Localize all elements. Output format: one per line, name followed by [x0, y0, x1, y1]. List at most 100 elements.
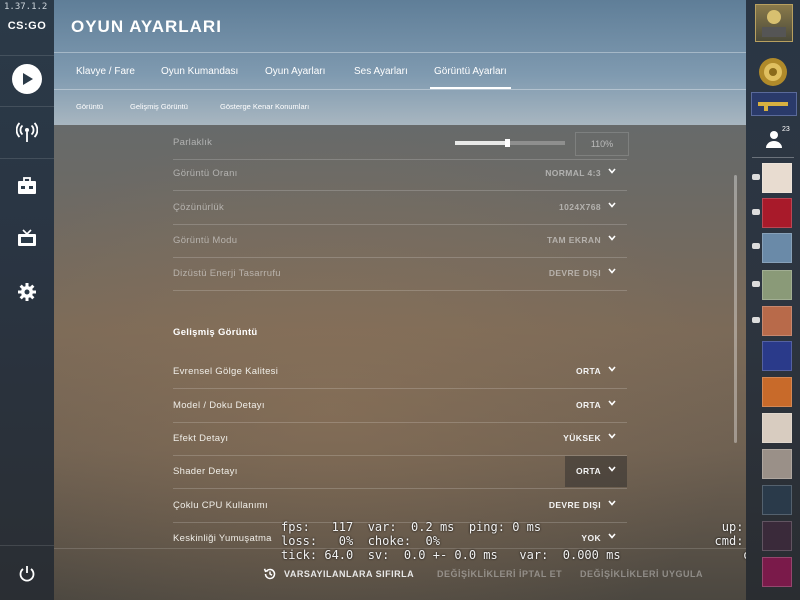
- friend-avatar[interactable]: [762, 341, 792, 371]
- main-sidebar: 1.37.1.2 CS:GO: [0, 0, 54, 600]
- setting-value: ORTA: [575, 400, 601, 410]
- tab-bar: Klavye / Fare Oyun Kumandası Oyun Ayarla…: [54, 52, 746, 90]
- setting-label: Çözünürlük: [173, 202, 225, 213]
- setting-value: TAM EKRAN: [547, 235, 601, 245]
- inventory-button[interactable]: [10, 169, 44, 203]
- netgraph-line-3: tick: 64.0 sv: 0.0 +- 0.0 ms var: 0.000 …: [281, 548, 621, 562]
- status-indicator: [752, 209, 760, 215]
- brightness-slider-fill: [455, 141, 507, 145]
- social-sidebar: 23: [746, 0, 800, 600]
- setting-label: Evrensel Gölge Kalitesi: [173, 366, 279, 377]
- setting-value: ORTA: [575, 466, 601, 476]
- status-indicator: [752, 174, 760, 180]
- aspect-ratio-row[interactable]: Görüntü Oranı NORMAL 4:3: [173, 157, 627, 191]
- chevron-down-icon: [608, 202, 616, 208]
- sidebar-divider: [0, 545, 54, 546]
- advanced-video-heading: Gelişmiş Görüntü: [173, 327, 258, 338]
- tab-controller[interactable]: Oyun Kumandası: [161, 53, 238, 89]
- tab-game-settings[interactable]: Oyun Ayarları: [265, 53, 325, 89]
- shader-detail-row[interactable]: Shader Detayı ORTA: [173, 455, 627, 489]
- settings-scrollbar[interactable]: [734, 175, 737, 443]
- status-indicator: [752, 243, 760, 249]
- version-label: 1.37.1.2: [4, 2, 48, 12]
- watch-button[interactable]: [10, 221, 44, 255]
- chevron-down-icon: [608, 533, 616, 539]
- gear-icon: [18, 283, 36, 301]
- chevron-down-icon: [608, 268, 616, 274]
- friend-avatar[interactable]: [762, 306, 792, 336]
- brightness-label: Parlaklık: [173, 137, 213, 148]
- friend-avatar[interactable]: [762, 521, 792, 551]
- status-indicator: [752, 281, 760, 287]
- brightness-slider-handle[interactable]: [504, 139, 510, 147]
- service-medal-icon[interactable]: [755, 54, 791, 90]
- setting-value: ORTA: [575, 366, 601, 376]
- setting-value: DEVRE DIŞI: [548, 268, 601, 278]
- friend-avatar[interactable]: [762, 485, 792, 515]
- apply-changes-button[interactable]: DEĞİŞİKLİKLERİ UYGULA: [580, 569, 703, 579]
- friend-avatar[interactable]: [762, 163, 792, 193]
- chevron-down-icon: [608, 466, 616, 472]
- subtab-hud-edge-positions[interactable]: Gösterge Kenar Konumları: [220, 102, 309, 111]
- display-mode-row[interactable]: Görüntü Modu TAM EKRAN: [173, 224, 627, 258]
- brightness-slider[interactable]: [455, 139, 565, 147]
- tv-icon: [18, 229, 36, 246]
- weapon-badge-icon[interactable]: [751, 92, 797, 116]
- settings-header: OYUN AYARLARI Klavye / Fare Oyun Kumanda…: [54, 0, 746, 125]
- setting-label: Keskinliği Yumuşatma: [173, 533, 272, 544]
- setting-label: Efekt Detayı: [173, 433, 229, 444]
- setting-value: 1024X768: [559, 202, 601, 212]
- setting-label: Shader Detayı: [173, 466, 238, 477]
- reset-defaults-button[interactable]: VARSAYILANLARA SIFIRLA: [284, 569, 414, 579]
- setting-value: YOK: [581, 533, 601, 543]
- friend-avatar[interactable]: [762, 377, 792, 407]
- chevron-down-icon: [608, 235, 616, 241]
- friend-avatar[interactable]: [762, 198, 792, 228]
- sidebar-divider: [0, 106, 54, 107]
- quit-button[interactable]: [10, 557, 44, 591]
- laptop-power-saving-row[interactable]: Dizüstü Enerji Tasarrufu DEVRE DIŞI: [173, 257, 627, 291]
- netgraph-line-2: loss: 0% choke: 0%: [281, 534, 440, 548]
- broadcast-button[interactable]: [10, 116, 44, 150]
- friends-button[interactable]: 23: [764, 126, 790, 155]
- setting-value: DEVRE DIŞI: [548, 500, 601, 510]
- tab-keyboard-mouse[interactable]: Klavye / Fare: [76, 53, 135, 89]
- tab-video-settings[interactable]: Görüntü Ayarları: [430, 53, 511, 89]
- friend-avatar[interactable]: [762, 449, 792, 479]
- settings-button[interactable]: [10, 275, 44, 309]
- tab-audio-settings[interactable]: Ses Ayarları: [354, 53, 408, 89]
- page-title: OYUN AYARLARI: [71, 17, 222, 36]
- friend-avatar[interactable]: [762, 270, 792, 300]
- setting-value: NORMAL 4:3: [545, 168, 601, 178]
- play-button[interactable]: [10, 62, 44, 96]
- multicore-rendering-row[interactable]: Çoklu CPU Kullanımı DEVRE DIŞI: [173, 489, 627, 523]
- setting-label: Görüntü Modu: [173, 235, 238, 246]
- friend-avatar[interactable]: [762, 557, 792, 587]
- csgo-logo[interactable]: CS:GO: [7, 20, 47, 32]
- global-shadow-quality-row[interactable]: Evrensel Gölge Kalitesi ORTA: [173, 355, 627, 389]
- play-icon: [12, 64, 42, 94]
- subtab-video[interactable]: Görüntü: [76, 102, 103, 111]
- setting-label: Görüntü Oranı: [173, 168, 238, 179]
- divider: [752, 157, 794, 158]
- chevron-down-icon: [608, 433, 616, 439]
- sidebar-divider: [0, 55, 54, 56]
- chevron-down-icon: [608, 500, 616, 506]
- resolution-row[interactable]: Çözünürlük 1024X768: [173, 191, 627, 225]
- chevron-down-icon: [608, 366, 616, 372]
- subtab-advanced-video[interactable]: Gelişmiş Görüntü: [130, 102, 188, 111]
- setting-label: Çoklu CPU Kullanımı: [173, 500, 268, 511]
- effect-detail-row[interactable]: Efekt Detayı YÜKSEK: [173, 422, 627, 456]
- model-texture-detail-row[interactable]: Model / Doku Detayı ORTA: [173, 389, 627, 423]
- netgraph-line-1: fps: 117 var: 0.2 ms ping: 0 ms: [281, 520, 542, 534]
- discard-changes-button[interactable]: DEĞİŞİKLİKLERİ İPTAL ET: [437, 569, 562, 579]
- chevron-down-icon: [608, 168, 616, 174]
- setting-label: Dizüstü Enerji Tasarrufu: [173, 268, 281, 279]
- setting-label: Model / Doku Detayı: [173, 400, 265, 411]
- brightness-value[interactable]: 110%: [575, 132, 629, 156]
- reset-history-icon: [263, 568, 276, 580]
- friend-avatar[interactable]: [762, 233, 792, 263]
- friend-avatar[interactable]: [762, 413, 792, 443]
- rank-emblem-icon[interactable]: [755, 4, 793, 42]
- sidebar-divider: [0, 158, 54, 159]
